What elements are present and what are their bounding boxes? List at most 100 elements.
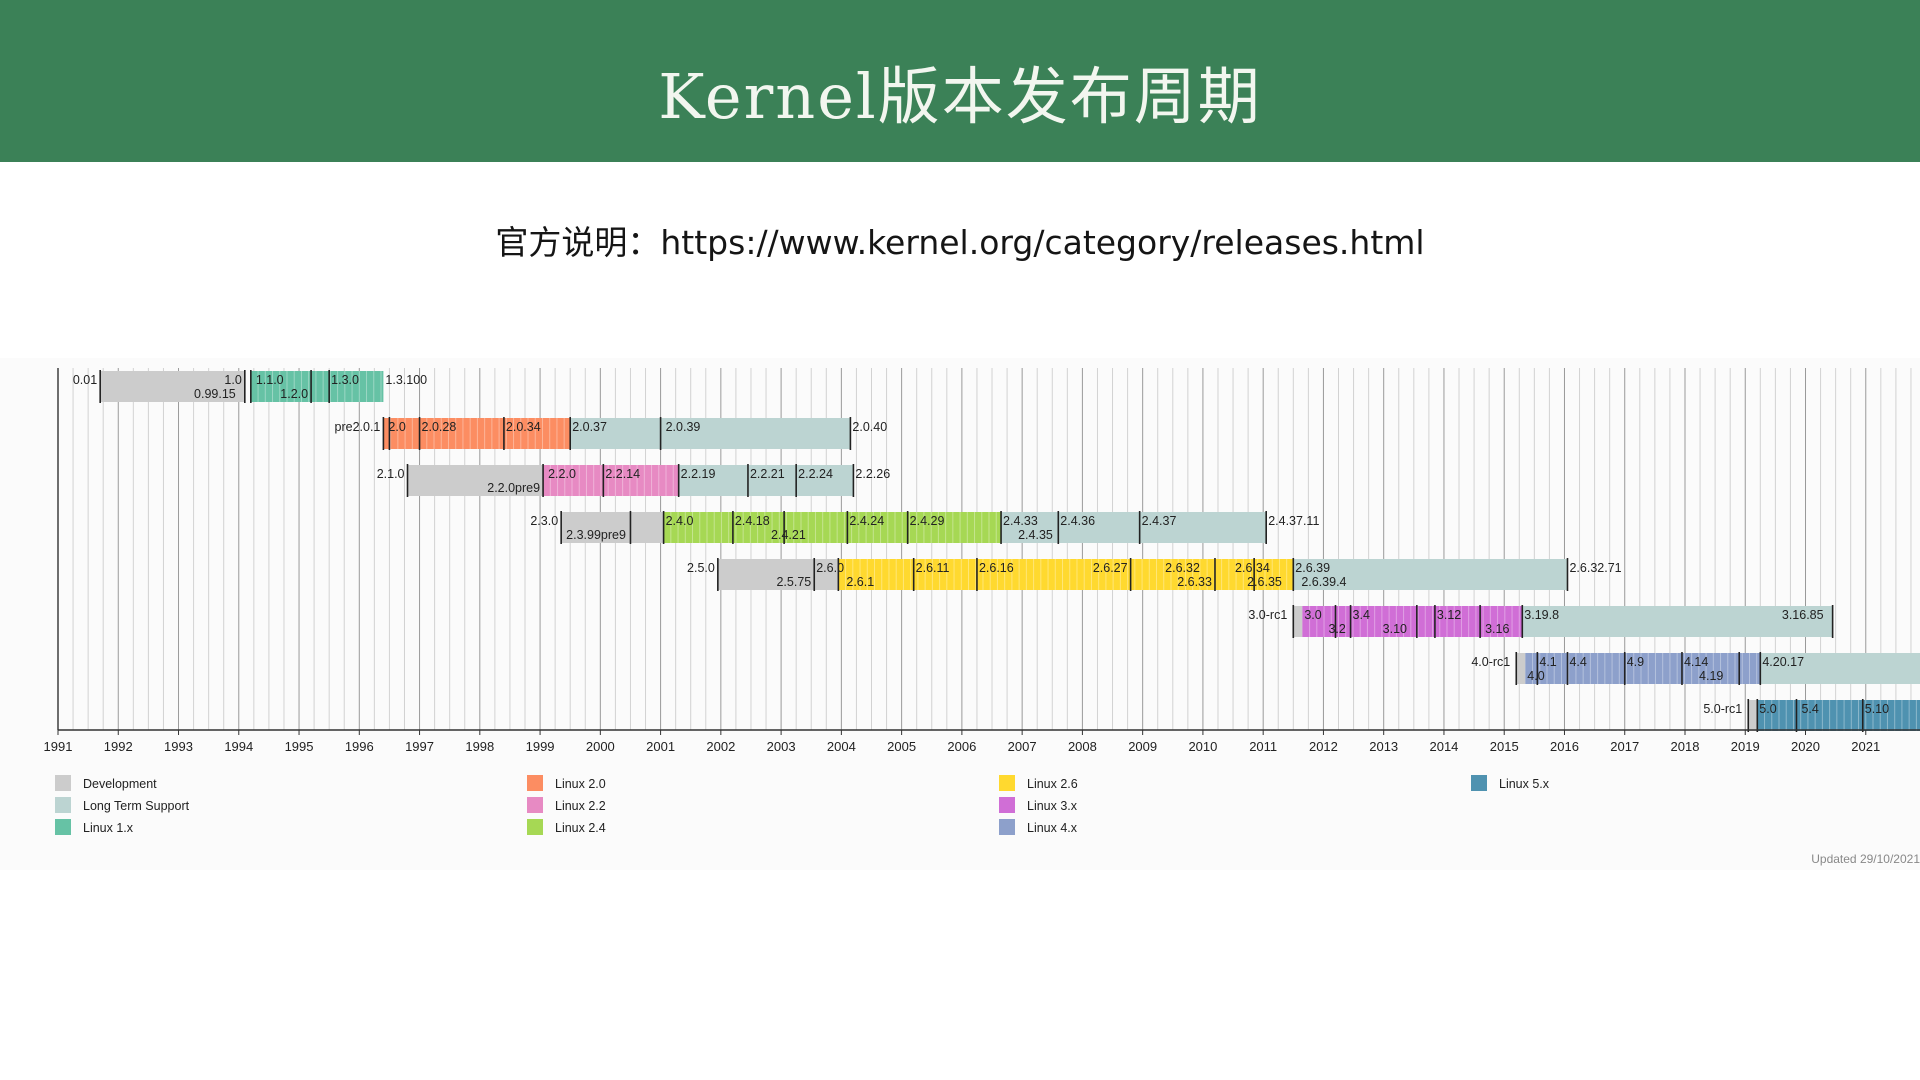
x-tick-label: 1993 [164, 739, 193, 754]
version-label: 2.2.0 [548, 467, 576, 481]
legend-swatch [55, 819, 71, 835]
x-tick-label: 2011 [1249, 739, 1277, 754]
version-label: 2.0 [388, 420, 405, 434]
legend-label: Long Term Support [83, 799, 190, 813]
version-label: 2.5.0 [687, 561, 715, 575]
version-label: 2.4.33 [1003, 514, 1038, 528]
version-label: 4.0-rc1 [1471, 655, 1510, 669]
legend-label: Linux 1.x [83, 821, 134, 835]
version-label: 4.9 [1627, 655, 1644, 669]
version-label: 2.2.14 [605, 467, 640, 481]
version-label: 2.6.34 [1235, 561, 1270, 575]
version-label: 1.3.100 [385, 373, 427, 387]
x-tick-label: 2001 [646, 739, 675, 754]
version-label: 1.3.0 [331, 373, 359, 387]
version-label: 2.2.0pre9 [487, 481, 540, 495]
legend-swatch [999, 775, 1015, 791]
legend-label: Linux 5.x [1499, 777, 1550, 791]
legend-label: Linux 2.2 [555, 799, 606, 813]
x-tick-label: 2008 [1068, 739, 1097, 754]
version-label: 2.4.0 [666, 514, 694, 528]
legend-swatch [999, 819, 1015, 835]
version-label: 2.6.0 [816, 561, 844, 575]
x-tick-label: 2016 [1550, 739, 1579, 754]
legend-swatch [527, 797, 543, 813]
version-label: pre2.0.1 [335, 420, 381, 434]
version-label: 5.0 [1759, 702, 1776, 716]
version-label: 2.3.99pre9 [566, 528, 626, 542]
version-label: 2.6.39 [1295, 561, 1330, 575]
bar-segment [1516, 653, 1526, 684]
x-tick-label: 2004 [827, 739, 856, 754]
legend-item: Long Term Support [55, 797, 190, 813]
x-tick-label: 2000 [586, 739, 615, 754]
legend-label: Linux 2.6 [1027, 777, 1078, 791]
version-label: 4.4 [1569, 655, 1586, 669]
version-label: 2.4.24 [849, 514, 884, 528]
version-label: 2.6.39.4 [1301, 575, 1346, 589]
x-tick-label: 1998 [465, 739, 494, 754]
x-tick-label: 2018 [1671, 739, 1700, 754]
version-label: 2.6.27 [1093, 561, 1128, 575]
bar-segment [838, 559, 1294, 590]
version-label: 1.2.0 [280, 387, 308, 401]
legend-item: Linux 2.0 [527, 775, 606, 791]
version-label: 2.0.40 [852, 420, 887, 434]
version-label: 2.4.18 [735, 514, 770, 528]
legend-label: Linux 4.x [1027, 821, 1078, 835]
x-tick-label: 1992 [104, 739, 133, 754]
x-tick-label: 2020 [1791, 739, 1820, 754]
version-label: 2.6.32.71 [1569, 561, 1621, 575]
legend-swatch [1471, 775, 1487, 791]
version-label: 1.0 [224, 373, 241, 387]
version-label: 3.4 [1353, 608, 1370, 622]
legend-item: Linux 2.2 [527, 797, 606, 813]
version-label: 2.2.21 [750, 467, 785, 481]
version-label: 4.20.17 [1762, 655, 1804, 669]
legend-item: Linux 1.x [55, 819, 134, 835]
legend-label: Development [83, 777, 157, 791]
legend-item: Linux 2.6 [999, 775, 1078, 791]
version-label: 4.0 [1527, 669, 1544, 683]
x-tick-label: 1997 [405, 739, 434, 754]
version-label: 2.0.39 [666, 420, 701, 434]
version-label: 2.0.37 [572, 420, 607, 434]
version-label: 2.2.26 [855, 467, 890, 481]
x-tick-label: 1995 [285, 739, 314, 754]
x-tick-label: 2013 [1369, 739, 1398, 754]
x-tick-label: 2019 [1731, 739, 1760, 754]
legend-label: Linux 3.x [1027, 799, 1078, 813]
legend-item: Linux 3.x [999, 797, 1078, 813]
x-tick-label: 2015 [1490, 739, 1519, 754]
version-label: 3.2 [1328, 622, 1345, 636]
version-label: 2.5.75 [776, 575, 811, 589]
version-label: 2.4.29 [910, 514, 945, 528]
page-title: Kernel版本发布周期 [658, 60, 1262, 133]
version-label: 3.16.85 [1782, 608, 1824, 622]
version-label: 2.2.24 [798, 467, 833, 481]
version-label: 3.10 [1383, 622, 1407, 636]
legend-swatch [527, 819, 543, 835]
legend-item: Linux 4.x [999, 819, 1078, 835]
bar-segment [1293, 606, 1303, 637]
version-label: 2.4.37.11 [1268, 514, 1319, 528]
x-tick-label: 2007 [1008, 739, 1037, 754]
legend-swatch [55, 775, 71, 791]
version-label: 2.6.32 [1165, 561, 1200, 575]
legend-label: Linux 2.4 [555, 821, 606, 835]
legend-label: Linux 2.0 [555, 777, 606, 791]
x-tick-label: 2021 [1851, 739, 1880, 754]
x-tick-label: 1991 [44, 739, 73, 754]
version-label: 2.4.21 [771, 528, 806, 542]
x-tick-label: 1999 [526, 739, 555, 754]
version-label: 2.6.33 [1177, 575, 1212, 589]
version-label: 2.1.0 [377, 467, 405, 481]
version-label: 3.16 [1485, 622, 1509, 636]
bar-segment [1757, 700, 1920, 731]
version-label: 2.4.35 [1018, 528, 1053, 542]
version-label: 4.19 [1699, 669, 1723, 683]
version-label: 2.6.1 [846, 575, 874, 589]
x-tick-label: 2005 [887, 739, 916, 754]
updated-note: Updated 29/10/2021 [1811, 852, 1920, 866]
version-label: 4.1 [1539, 655, 1556, 669]
